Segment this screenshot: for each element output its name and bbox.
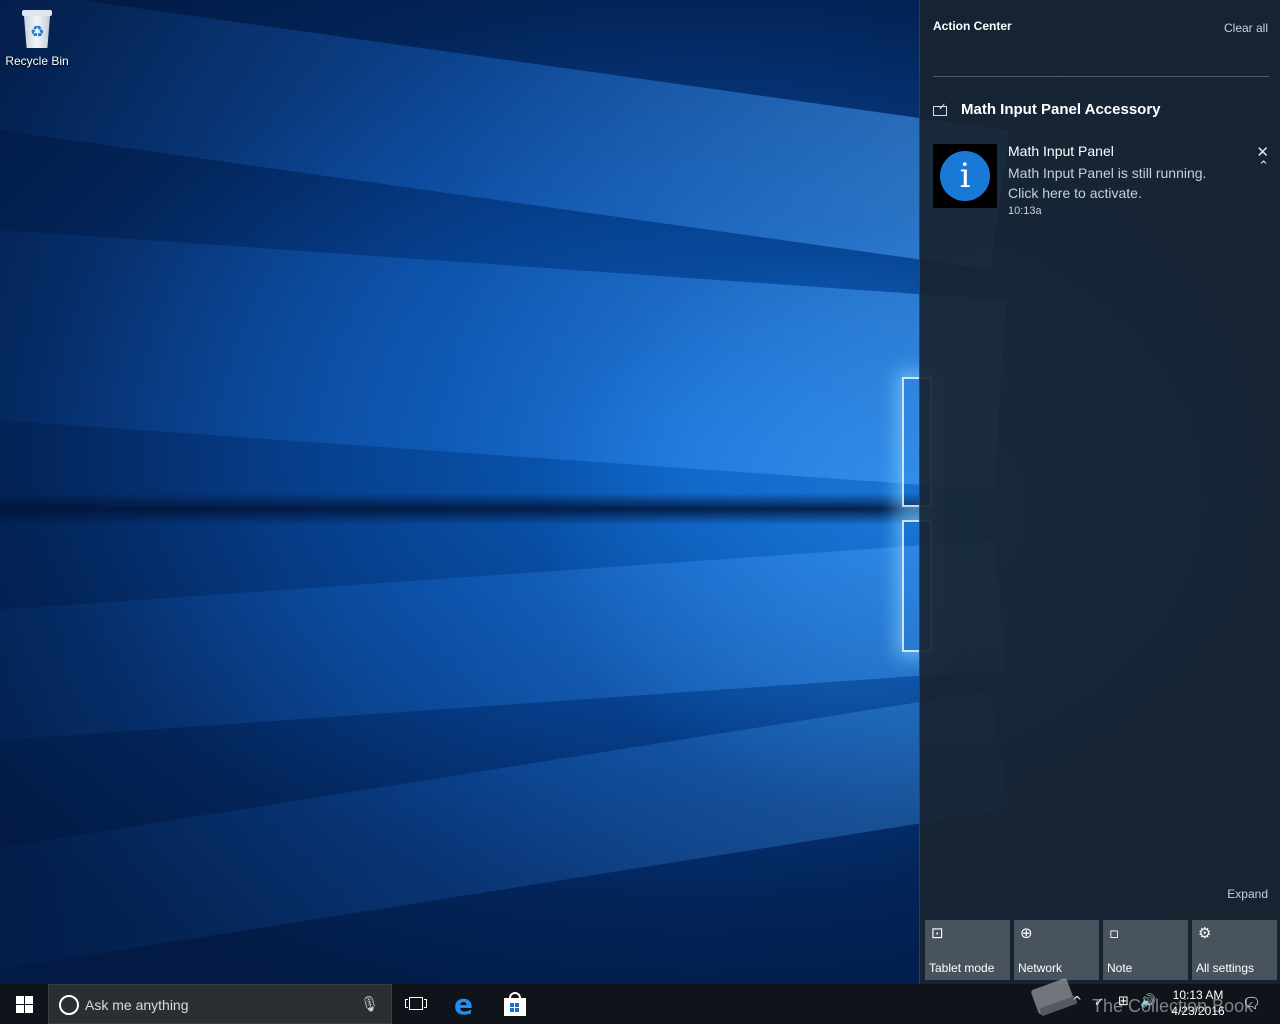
info-icon: i — [940, 151, 990, 201]
notification-title: Math Input Panel — [1008, 143, 1114, 159]
chevron-up-icon[interactable]: ⌃ — [1258, 159, 1269, 174]
notification-body: Math Input Panel is still running. Click… — [1008, 165, 1207, 201]
clock-date: 4/23/2016 — [1171, 1004, 1225, 1018]
search-input[interactable]: Ask me anything — [85, 997, 189, 1013]
quick-action-note[interactable]: ▫ Note — [1103, 920, 1188, 980]
notification-card[interactable]: i Math Input Panel Math Input Panel is s… — [933, 143, 1273, 223]
quick-action-label: Network — [1018, 961, 1063, 975]
wallpaper-beam — [0, 223, 1007, 490]
windows-logo-icon — [16, 996, 24, 1004]
divider — [933, 76, 1269, 77]
wallpaper-beam — [0, 0, 1010, 270]
wallpaper-band — [0, 493, 920, 525]
recycle-bin-desktop-icon[interactable]: ♻ Recycle Bin — [4, 6, 70, 68]
network-icon: ⊕ — [1020, 924, 1033, 942]
store-icon[interactable] — [504, 992, 526, 1016]
expand-button[interactable]: Expand — [1227, 887, 1268, 901]
action-center-title: Action Center — [933, 19, 1012, 33]
gear-icon: ⚙ — [1198, 924, 1212, 942]
edge-browser-icon[interactable]: e — [454, 988, 473, 1021]
quick-action-tablet-mode[interactable]: ⊡ Tablet mode — [925, 920, 1010, 980]
action-center-button[interactable]: 🗨 — [1242, 994, 1261, 1012]
recycle-bin-icon: ♻ — [19, 6, 55, 50]
task-view-button[interactable] — [404, 994, 428, 1014]
notification-image: i — [933, 144, 997, 208]
notification-group-header[interactable]: ✓ Math Input Panel Accessory — [933, 101, 1161, 118]
volume-icon[interactable]: 🔊 — [1140, 994, 1156, 1009]
quick-action-network[interactable]: ⊕ Network — [1014, 920, 1099, 980]
network-tray-icon[interactable]: ⊞ — [1118, 994, 1129, 1009]
desktop-icon-label: Recycle Bin — [5, 54, 69, 68]
notification-time: 10:13a — [1008, 205, 1042, 217]
notification-group-title: Math Input Panel Accessory — [961, 101, 1161, 118]
clock-time: 10:13 AM — [1172, 988, 1224, 1002]
search-box[interactable]: Ask me anything 🎙 — [48, 984, 392, 1024]
quick-action-all-settings[interactable]: ⚙ All settings — [1192, 920, 1277, 980]
show-hidden-icons-button[interactable]: ^ — [1072, 994, 1082, 1008]
math-input-tray-icon[interactable]: ✓ — [1094, 995, 1104, 1009]
quick-action-label: Tablet mode — [929, 961, 995, 975]
clock[interactable]: 10:13 AM 4/23/2016 — [1168, 987, 1228, 1019]
taskbar: Ask me anything 🎙 e ^ ✓ ⊞ 🔊 10:13 AM 4/2… — [0, 984, 1280, 1024]
tablet-mode-icon: ⊡ — [931, 924, 944, 942]
cortana-icon — [59, 995, 79, 1015]
note-icon: ▫ — [1109, 924, 1120, 942]
quick-action-label: Note — [1107, 961, 1133, 975]
math-input-panel-icon: ✓ — [933, 102, 949, 116]
clear-all-button[interactable]: Clear all — [1224, 21, 1268, 35]
quick-actions: ⊡ Tablet mode ⊕ Network ▫ Note ⚙ All set… — [925, 920, 1277, 980]
action-center-panel: Action Center Clear all ✓ Math Input Pan… — [919, 0, 1280, 984]
start-button[interactable] — [0, 984, 48, 1024]
wallpaper-beam — [0, 690, 1010, 982]
microphone-icon[interactable]: 🎙 — [360, 995, 379, 1013]
quick-action-label: All settings — [1196, 961, 1255, 975]
